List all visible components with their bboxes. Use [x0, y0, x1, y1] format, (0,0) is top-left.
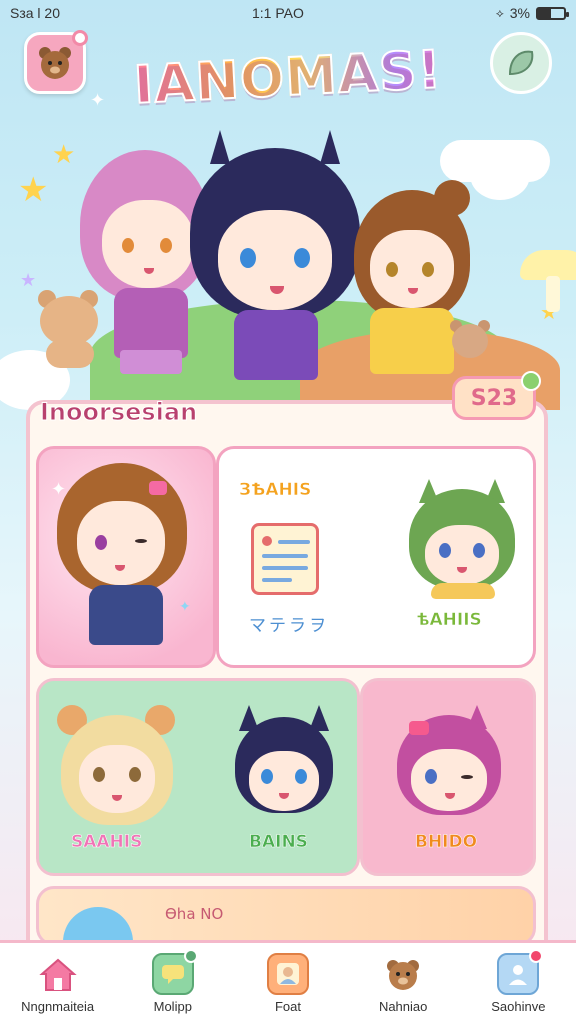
- carrier-text: Ѕзa l 20: [10, 5, 61, 21]
- profile-notification-badge: [529, 949, 544, 963]
- bottom-nav: Nngnmaiteia Molipp Foat Nahniao Saohinve: [0, 940, 576, 1024]
- nav-item-character[interactable]: Foat: [233, 953, 343, 1014]
- nav-item-bear[interactable]: Nahniao: [348, 953, 458, 1014]
- nav-label: Molipp: [153, 999, 192, 1014]
- leaf-settings-icon: [508, 50, 534, 76]
- nav-label: Saohinve: [491, 999, 546, 1014]
- coin-value: S23: [470, 385, 518, 411]
- notification-badge: [72, 30, 88, 46]
- character-card[interactable]: BHIDO: [360, 678, 536, 876]
- status-bar: Ѕзa l 20 1:1 PAO ⟡ 3%: [0, 0, 576, 26]
- character-label-1: SAAHIS: [71, 832, 143, 853]
- character-icon: [266, 953, 309, 995]
- card-caption: マテラヲ: [249, 616, 329, 636]
- profile-icon: [497, 949, 544, 995]
- character-blonde-girl: [57, 705, 177, 825]
- character-card[interactable]: ✦ ✦: [36, 446, 216, 668]
- card-top-label: ЗѢAHIS: [239, 480, 312, 501]
- section-title: Inoorsesian: [39, 398, 198, 427]
- bear-icon: [382, 953, 424, 995]
- character-green-cat-girl: [409, 479, 519, 599]
- sparkle-icon: ✦: [51, 479, 67, 500]
- status-right: ⟡ 3%: [495, 5, 569, 21]
- coin-counter[interactable]: S23: [452, 371, 541, 420]
- star-icon: ★: [18, 170, 49, 210]
- settings-button[interactable]: [490, 32, 552, 94]
- mushroom-stem: [546, 276, 560, 312]
- time-text: 1:1 PAO: [251, 5, 304, 21]
- star-icon: ★: [20, 270, 37, 291]
- bear-mascot: [448, 320, 492, 364]
- partial-card-text: Ѳha NO: [165, 905, 224, 923]
- profile-button[interactable]: [24, 30, 88, 94]
- note-card-icon: [251, 523, 319, 595]
- app-title: IANOMAS!: [109, 39, 468, 118]
- character-label-3: BHIDO: [415, 832, 478, 853]
- signal-icon: ⟡: [495, 5, 504, 20]
- battery-icon: [535, 6, 569, 20]
- hero-scene: ★ ★ ★ ✦ ✦ ★: [0, 60, 576, 410]
- nav-label: Nahniao: [378, 999, 428, 1014]
- nav-item-profile[interactable]: Saohinve: [463, 949, 573, 1014]
- home-icon: [37, 953, 79, 995]
- partial-card[interactable]: Ѳha NO: [36, 886, 536, 946]
- nav-item-home[interactable]: Nngnmaiteia: [3, 953, 113, 1014]
- sparkle-icon: ✦: [90, 90, 106, 111]
- nav-label: Nngnmaiteia: [21, 999, 95, 1014]
- character-label-2: BAINS: [249, 832, 308, 853]
- character-magenta-girl: [397, 705, 507, 825]
- nav-item-chat[interactable]: Molipp: [118, 949, 228, 1014]
- cloud-decoration: [470, 150, 530, 200]
- battery-text: 3%: [509, 5, 530, 21]
- character-navy-cat-boy: [235, 705, 335, 825]
- add-coins-icon[interactable]: [521, 371, 541, 391]
- nav-label: Foat: [274, 999, 301, 1014]
- bear-icon: [39, 47, 71, 79]
- character-group-card[interactable]: SAAHIS BAINS: [36, 678, 360, 876]
- character-cat-girl: [190, 130, 360, 390]
- star-icon: ✦: [179, 599, 191, 615]
- battery-fill: [537, 8, 551, 18]
- feature-card[interactable]: ЗѢAHIS マテラヲ ѣAHIIS: [216, 446, 536, 668]
- star-icon: ★: [52, 140, 76, 170]
- chat-badge: [183, 949, 198, 963]
- chat-icon: [151, 949, 198, 995]
- character-brunette-girl: [57, 463, 197, 653]
- card-bottom-label: ѣAHIIS: [417, 610, 482, 631]
